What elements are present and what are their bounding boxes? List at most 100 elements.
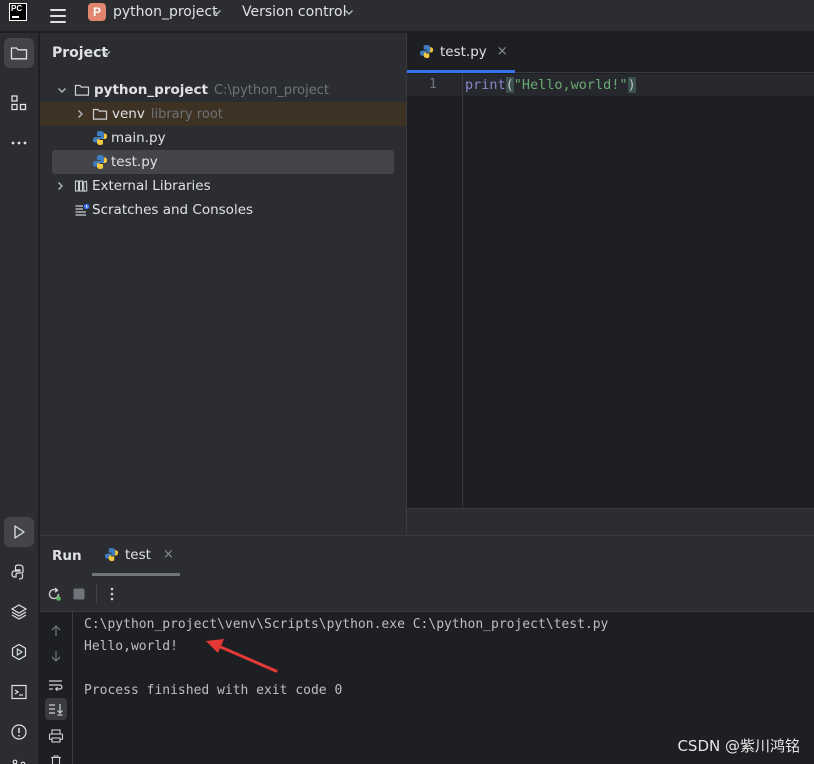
chevron-right-icon[interactable] — [54, 180, 66, 192]
scratches-icon — [75, 203, 90, 216]
project-panel: Project python_project C:\python_project… — [40, 33, 406, 535]
run-panel-header: Run test × — [40, 536, 814, 576]
tree-item-scratches[interactable]: Scratches and Consoles — [40, 198, 406, 222]
layers-icon — [10, 604, 28, 620]
print-icon — [48, 729, 64, 743]
chevron-down-icon[interactable] — [343, 6, 355, 18]
clear-button[interactable] — [45, 750, 67, 764]
tree-item-venv[interactable]: venv library root — [40, 102, 406, 126]
folder-icon — [10, 47, 28, 60]
python-file-icon — [419, 44, 434, 59]
chevron-down-icon[interactable] — [211, 6, 223, 18]
tree-item-label: External Libraries — [92, 178, 211, 194]
tree-item-label: python_project — [94, 82, 208, 98]
tree-item-label: Scratches and Consoles — [92, 202, 254, 218]
folder-icon — [74, 84, 90, 96]
structure-icon — [11, 95, 27, 111]
tree-item-hint: C:\python_project — [214, 82, 329, 98]
run-toolbar — [40, 576, 814, 612]
terminal-tool-button[interactable] — [4, 677, 34, 707]
python-file-icon — [93, 131, 107, 145]
services-icon — [11, 643, 27, 661]
trash-icon — [51, 755, 61, 764]
console-output[interactable]: C:\python_project\venv\Scripts\python.ex… — [84, 614, 608, 702]
code-string: "Hello,world!" — [513, 77, 628, 93]
annotation-arrow-icon — [206, 639, 278, 673]
console-line: C:\python_project\venv\Scripts\python.ex… — [84, 617, 609, 632]
project-panel-title[interactable]: Project — [52, 45, 108, 61]
arrow-down-icon — [51, 651, 61, 662]
python-icon — [11, 564, 24, 580]
tab-label: test.py — [440, 43, 487, 60]
soft-wrap-button[interactable] — [45, 674, 67, 696]
project-badge[interactable]: P — [88, 3, 106, 21]
services-tool-button[interactable] — [4, 637, 34, 667]
version-control-menu[interactable]: Version control — [242, 4, 346, 20]
structure-tool-button[interactable] — [4, 88, 34, 118]
console-line: Hello,world! — [84, 639, 178, 654]
logo-text: PC — [11, 4, 23, 13]
run-side-toolbar — [40, 612, 73, 764]
code-bracket: ) — [627, 77, 636, 93]
chevron-down-icon[interactable] — [102, 48, 112, 58]
more-vertical-icon[interactable] — [106, 586, 118, 602]
problems-tool-button[interactable] — [4, 717, 34, 747]
close-icon[interactable]: × — [497, 44, 508, 59]
scroll-to-end-button[interactable] — [45, 698, 67, 720]
run-tab-test[interactable]: test × — [92, 536, 180, 576]
scroll-to-end-icon — [49, 704, 63, 716]
tree-item-main-py[interactable]: main.py — [40, 126, 406, 150]
run-tool-button[interactable] — [4, 517, 34, 547]
more-horizontal-icon — [11, 141, 27, 145]
rerun-icon[interactable] — [46, 586, 62, 602]
tree-item-python-project[interactable]: python_project C:\python_project — [40, 78, 406, 102]
down-button[interactable] — [45, 645, 67, 667]
line-number-gutter — [407, 74, 463, 507]
console-line: Process finished with exit code 0 — [84, 683, 343, 698]
soft-wrap-icon — [49, 680, 63, 692]
more-tools-button[interactable] — [4, 128, 34, 158]
arrow-up-icon — [51, 625, 61, 636]
watermark: CSDN @紫川鸿铭 — [677, 737, 800, 755]
tree-item-hint: library root — [150, 106, 223, 122]
python-file-icon — [104, 547, 119, 562]
tree-item-label: venv — [112, 106, 145, 122]
tab-test-py[interactable]: test.py × — [407, 33, 515, 73]
up-button[interactable] — [45, 620, 67, 642]
tab-label: test — [125, 546, 151, 563]
print-button[interactable] — [45, 725, 67, 747]
title-bar: PC P python_project Version control — [0, 0, 814, 32]
main-menu-icon[interactable] — [46, 6, 70, 26]
run-panel: Run test × C:\python_project\venv\Script… — [40, 535, 814, 764]
pycharm-logo-icon[interactable]: PC — [9, 3, 27, 21]
chevron-right-icon[interactable] — [74, 108, 86, 120]
folder-icon — [92, 108, 108, 120]
toolbar-separator — [96, 585, 97, 603]
project-switcher[interactable]: python_project — [113, 4, 218, 20]
branch-icon — [12, 759, 26, 764]
python-packages-button[interactable] — [4, 557, 34, 587]
tree-item-external-libraries[interactable]: External Libraries — [40, 174, 406, 198]
editor-area: test.py × 1 print("Hello,world!") — [406, 33, 814, 535]
play-icon — [14, 525, 25, 539]
project-tool-button[interactable] — [4, 38, 34, 68]
layers-tool-button[interactable] — [4, 597, 34, 627]
tree-item-test-py[interactable]: test.py — [52, 150, 394, 174]
run-panel-title: Run — [52, 548, 82, 564]
left-tool-strip — [0, 33, 39, 764]
code-line[interactable]: print("Hello,world!") — [465, 77, 636, 93]
tree-item-label: test.py — [111, 154, 158, 170]
stop-icon[interactable] — [72, 587, 86, 601]
close-icon[interactable]: × — [163, 547, 174, 562]
editor-tab-bar: test.py × — [407, 33, 814, 73]
version-control-tool-button[interactable] — [4, 752, 34, 764]
code-bracket: ( — [505, 77, 514, 93]
chevron-down-icon[interactable] — [56, 84, 68, 96]
tree-item-label: main.py — [111, 130, 166, 146]
warning-circle-icon — [11, 724, 27, 740]
python-file-icon — [93, 155, 107, 169]
terminal-icon — [11, 684, 27, 700]
line-number: 1 — [429, 77, 437, 92]
code-builtin: print — [465, 77, 506, 93]
